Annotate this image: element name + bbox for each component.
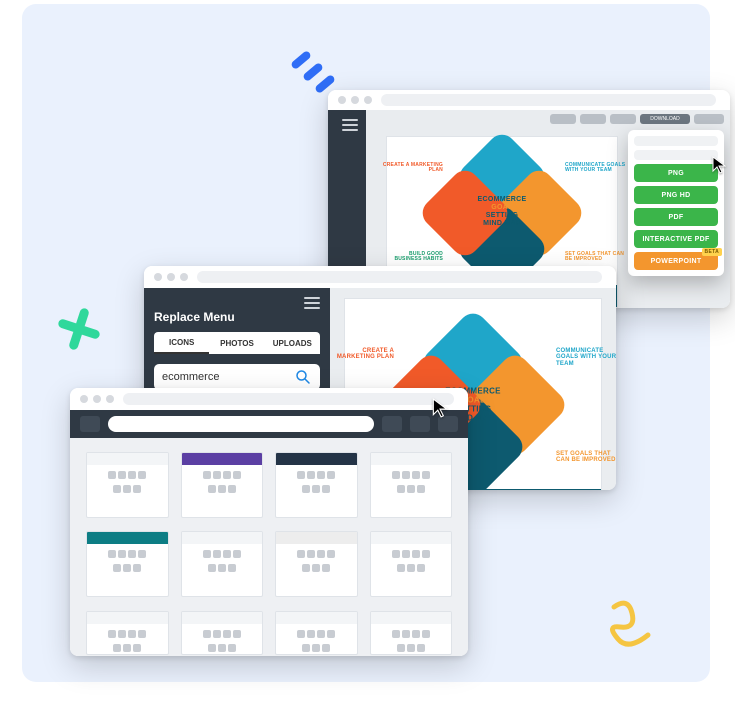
menu-icon[interactable] [342,116,358,134]
mind-map-graphic: ECOMMERCE GOAL SETTING MIND MAP CREATE A… [427,157,577,267]
doodle-plus [56,306,102,352]
window-dot [93,395,101,403]
browser-chrome [70,388,468,410]
template-thumb[interactable] [275,531,358,597]
gallery-window [70,388,468,656]
template-thumb[interactable] [275,611,358,655]
export-pnghd-button[interactable]: PNG HD [634,186,718,204]
search-icon [294,368,312,386]
browser-chrome [144,266,616,288]
address-bar[interactable] [123,393,454,405]
template-thumb[interactable] [181,531,264,597]
template-thumb[interactable] [370,452,453,518]
toolbar-button[interactable] [550,114,576,124]
toolbar-button[interactable] [410,416,430,432]
window-dot [106,395,114,403]
toolbar-button[interactable] [382,416,402,432]
search-value: ecommerce [162,371,288,383]
doodle-squiggle [608,597,662,652]
template-thumb[interactable] [370,531,453,597]
tab-uploads[interactable]: UPLOADS [265,334,320,353]
export-slot [634,150,718,160]
export-slot [634,136,718,146]
diagram-label-br: SET GOALS THAT CAN BE IMPROVED [565,252,627,263]
cursor-icon [432,398,448,423]
tab-icons[interactable]: ICONS [154,333,209,354]
export-pdf-button[interactable]: PDF [634,208,718,226]
address-bar[interactable] [381,94,716,106]
window-dot [154,273,162,281]
diagram-title: ECOMMERCE GOAL SETTING MIND MAP [478,196,527,228]
window-dot [167,273,175,281]
icon-search-input[interactable]: ecommerce [154,364,320,390]
export-ppt-button[interactable]: POWERPOINT [634,252,718,270]
export-png-button[interactable]: PNG [634,164,718,182]
window-dot [338,96,346,104]
stage: DOWNLOAD ECOMMERCE GOAL SETTING MIND MAP [22,4,710,682]
template-grid [70,438,468,656]
download-button[interactable]: DOWNLOAD [640,114,690,124]
template-thumb[interactable] [86,531,169,597]
export-popover: PNG PNG HD PDF INTERACTIVE PDF POWERPOIN… [628,130,724,276]
toolbar-button[interactable] [580,114,606,124]
tab-photos[interactable]: PHOTOS [209,334,264,353]
diagram-label-tr: COMMUNICATE GOALS WITH YOUR TEAM [556,348,616,368]
gallery-toolbar [70,410,468,438]
template-thumb[interactable] [86,611,169,655]
diagram-label-bl: BUILD GOOD BUSINESS HABITS [381,252,443,263]
toolbar-button[interactable] [694,114,724,124]
template-thumb[interactable] [86,452,169,518]
cursor-icon [712,156,726,179]
window-dot [364,96,372,104]
template-thumb[interactable] [275,452,358,518]
doodle-lines [290,56,332,98]
template-thumb[interactable] [370,611,453,655]
menu-icon[interactable] [304,294,320,312]
diagram-label-tl: CREATE A MARKETING PLAN [381,163,443,174]
panel-title: Replace Menu [154,310,320,324]
diagram-label-tl: CREATE A MARKETING PLAN [332,348,394,361]
export-ipdf-button[interactable]: INTERACTIVE PDF [634,230,718,248]
toolbar-button[interactable] [610,114,636,124]
browser-chrome [328,90,730,110]
editor-toolbar: DOWNLOAD [550,114,724,124]
diagram-label-br: SET GOALS THAT CAN BE IMPROVED [556,451,616,464]
diagram-label-tr: COMMUNICATE GOALS WITH YOUR TEAM [565,163,627,174]
replace-tabs: ICONS PHOTOS UPLOADS [154,332,320,354]
window-dot [351,96,359,104]
window-dot [180,273,188,281]
toolbar-button[interactable] [80,416,100,432]
address-bar[interactable] [197,271,602,283]
template-thumb[interactable] [181,611,264,655]
gallery-search-input[interactable] [108,416,374,432]
window-dot [80,395,88,403]
template-thumb[interactable] [181,452,264,518]
